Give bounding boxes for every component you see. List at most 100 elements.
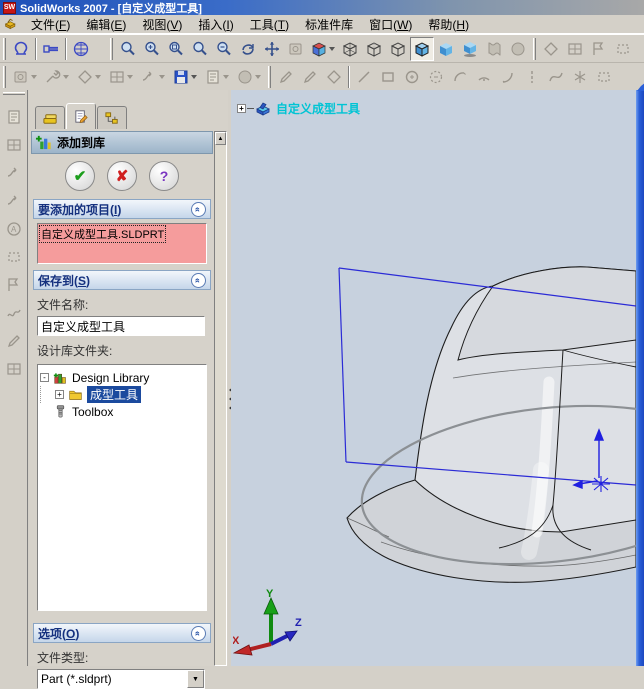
file-name-input[interactable] [37, 316, 205, 336]
expand-box-icon[interactable]: + [237, 103, 246, 113]
left-tool-8-icon[interactable] [2, 299, 26, 327]
previous-view-icon[interactable] [284, 37, 308, 61]
dimension-vertical-icon[interactable] [587, 37, 611, 61]
sketch-relations-icon[interactable] [539, 37, 563, 61]
spline-icon[interactable] [544, 65, 568, 89]
graphics-viewport[interactable]: + 自定义成型工具 Y X Z [231, 90, 636, 666]
sketch3d-icon[interactable] [298, 65, 322, 89]
surfaces-flyout-icon[interactable] [73, 65, 105, 89]
dropdown-arrow-icon[interactable]: ▼ [187, 670, 204, 688]
save-flyout-icon[interactable] [169, 65, 201, 89]
toolbar-grip[interactable] [268, 65, 271, 88]
left-tool-7-icon[interactable] [2, 271, 26, 299]
toolbar-grip[interactable] [3, 65, 6, 88]
tree-item-design-library[interactable]: - Design Library [40, 369, 204, 386]
collapse-box-icon[interactable]: - [40, 373, 49, 382]
left-tool-2-icon[interactable] [2, 131, 26, 159]
options-header[interactable]: 选项(O) « [33, 623, 211, 643]
left-tool-6-icon[interactable] [2, 243, 26, 271]
tangent-arc-icon[interactable] [472, 65, 496, 89]
menu-tools[interactable]: 工具(T) [242, 15, 297, 34]
smart-dimension-icon[interactable] [322, 65, 346, 89]
sw-flyout-icon[interactable] [233, 65, 265, 89]
panel-title: 添加到库 [57, 136, 106, 150]
tree-item-forming-tools[interactable]: + 成型工具 [40, 386, 204, 403]
left-tool-3-icon[interactable] [2, 159, 26, 187]
toolbar-grip[interactable] [110, 37, 113, 60]
toolbar-grip[interactable] [2, 92, 25, 95]
rectangle-icon[interactable] [376, 65, 400, 89]
toolbar-grip[interactable] [3, 37, 6, 60]
three-point-arc-icon[interactable] [496, 65, 520, 89]
section-view-icon[interactable] [482, 37, 506, 61]
menu-edit[interactable]: 编辑(E) [78, 15, 134, 34]
features-flyout-icon[interactable] [9, 65, 41, 89]
view-orientation-icon[interactable] [116, 37, 140, 61]
line-icon[interactable] [352, 65, 376, 89]
zoom-area-icon[interactable] [164, 37, 188, 61]
dimension-flyout-icon[interactable] [137, 65, 169, 89]
left-tool-10-icon[interactable] [2, 355, 26, 383]
sketch-flyout-icon[interactable] [41, 65, 73, 89]
list-item[interactable]: 自定义成型工具.SLDPRT [39, 225, 167, 243]
items-to-add-header[interactable]: 要添加的项目(I) « [33, 199, 211, 219]
sketch-icon[interactable] [274, 65, 298, 89]
collapse-chevron-icon[interactable]: « [191, 272, 206, 288]
menu-standard-library[interactable]: 标准件库 [297, 15, 361, 34]
shaded-icon[interactable] [434, 37, 458, 61]
trim-icon[interactable] [592, 65, 616, 89]
file-type-dropdown[interactable]: Part (*.sldprt) ▼ [37, 669, 205, 689]
circle-icon[interactable] [400, 65, 424, 89]
cancel-button[interactable]: ✘ [107, 161, 137, 191]
point-icon[interactable] [568, 65, 592, 89]
left-tool-1-icon[interactable] [2, 103, 26, 131]
menu-window[interactable]: 窗口(W) [361, 15, 420, 34]
realview-icon[interactable] [506, 37, 530, 61]
bolt-icon[interactable] [39, 37, 63, 61]
zoom-selection-icon[interactable] [212, 37, 236, 61]
shadows-icon[interactable] [458, 37, 482, 61]
collapse-chevron-icon[interactable]: « [191, 201, 206, 217]
dimension-baseline-icon[interactable] [611, 37, 635, 61]
centerline-icon[interactable] [520, 65, 544, 89]
centerpoint-arc-icon[interactable] [448, 65, 472, 89]
zoom-inout-icon[interactable] [188, 37, 212, 61]
flyout-feature-tree[interactable]: + 自定义成型工具 [237, 99, 360, 117]
featuremanager-tab[interactable] [35, 106, 65, 129]
perimeter-circle-icon[interactable] [424, 65, 448, 89]
hidden-lines-removed-icon[interactable] [386, 37, 410, 61]
configurationmanager-tab[interactable] [97, 106, 127, 129]
rotate-view-icon[interactable] [236, 37, 260, 61]
tools-flyout-icon[interactable] [105, 65, 137, 89]
menu-insert[interactable]: 插入(I) [190, 15, 241, 34]
scroll-up-icon[interactable]: ▲ [215, 132, 226, 145]
left-tool-5-icon[interactable] [2, 215, 26, 243]
menu-file[interactable]: 文件(F) [23, 15, 78, 34]
save-to-header[interactable]: 保存到(S) « [33, 270, 211, 290]
zoom-fit-icon[interactable] [140, 37, 164, 61]
toolbar-grip[interactable] [533, 37, 536, 60]
mesh-sphere-icon[interactable] [69, 37, 93, 61]
propertymanager-tab[interactable] [66, 103, 96, 129]
menu-help[interactable]: 帮助(H) [420, 15, 477, 34]
menu-view[interactable]: 视图(V) [134, 15, 190, 34]
forming-tool-icon[interactable] [9, 37, 33, 61]
collapse-chevron-icon[interactable]: « [191, 625, 206, 641]
help-button[interactable]: ? [149, 161, 179, 191]
pan-icon[interactable] [260, 37, 284, 61]
assembly-flyout-icon[interactable] [201, 65, 233, 89]
dimension-horizontal-icon[interactable] [563, 37, 587, 61]
tree-item-toolbox[interactable]: Toolbox [40, 403, 204, 420]
ok-button[interactable]: ✔ [65, 161, 95, 191]
design-library-tree[interactable]: - Design Library + 成型工具 Toolbox [37, 364, 207, 611]
document-icon[interactable] [3, 17, 19, 31]
shaded-with-edges-icon[interactable] [410, 36, 434, 61]
hidden-lines-visible-icon[interactable] [362, 37, 386, 61]
standard-views-cube-icon[interactable] [308, 37, 338, 61]
expand-box-icon[interactable]: + [55, 390, 64, 399]
left-tool-4-icon[interactable] [2, 187, 26, 215]
left-tool-9-icon[interactable] [2, 327, 26, 355]
wireframe-icon[interactable] [338, 37, 362, 61]
items-to-add-list[interactable]: 自定义成型工具.SLDPRT [37, 223, 207, 264]
model-3d[interactable] [231, 90, 636, 666]
